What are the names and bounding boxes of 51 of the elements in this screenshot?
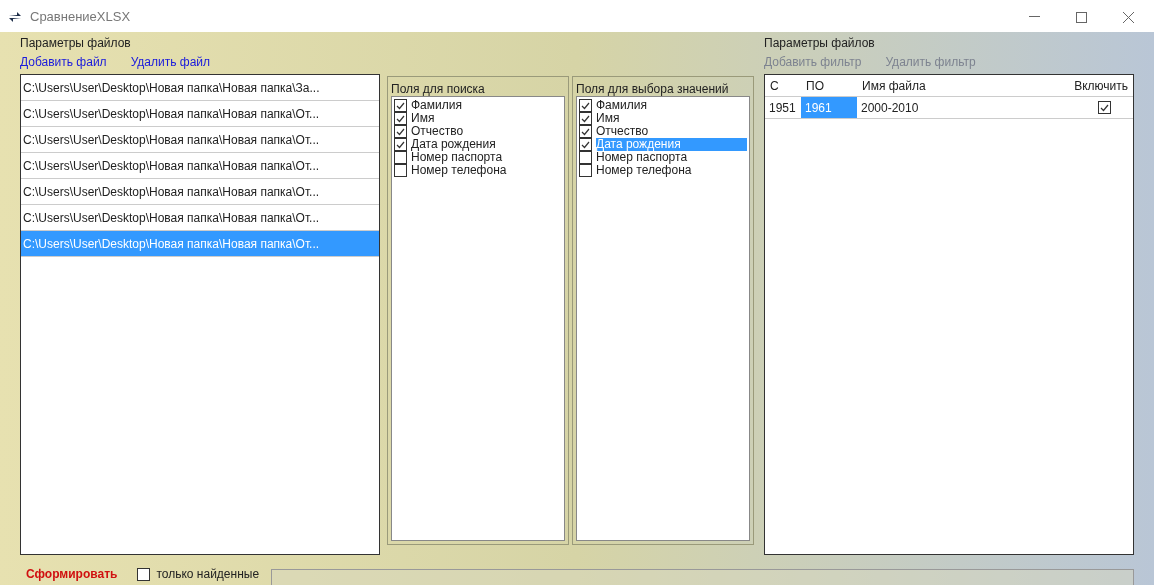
file-item[interactable]: C:\Users\User\Desktop\Новая папка\Новая папка\От... [21, 179, 379, 205]
file-item[interactable]: C:\Users\User\Desktop\Новая папка\Новая папка\От... [21, 153, 379, 179]
field-label[interactable]: Отчество [411, 125, 468, 138]
column-header[interactable]: ПО [801, 76, 857, 95]
field-label[interactable]: Номер паспорта [596, 151, 692, 164]
action-link[interactable]: Добавить файл [20, 53, 107, 71]
checkbox[interactable] [579, 151, 592, 164]
table-cell-text: 2000-2010 [860, 99, 920, 117]
checkbox[interactable] [579, 112, 592, 125]
checkbox[interactable] [1098, 101, 1111, 114]
field-label[interactable]: Имя [596, 112, 624, 125]
column-header[interactable]: Включить [1052, 76, 1133, 95]
column-header[interactable]: С [765, 76, 801, 95]
panel-title: Параметры файлов [764, 35, 876, 52]
file-item[interactable]: C:\Users\User\Desktop\Новая папка\Новая папка\За... [21, 75, 379, 101]
check-icon [1100, 103, 1109, 112]
maximize-icon[interactable] [1076, 11, 1087, 23]
checkbox[interactable] [394, 125, 407, 138]
checkbox[interactable] [137, 567, 151, 581]
close-icon[interactable] [1123, 11, 1134, 23]
field-label[interactable]: Дата рождения [411, 138, 500, 151]
checkbox[interactable] [579, 138, 592, 151]
checkbox-label: только найденные [156, 566, 260, 583]
field-label[interactable]: Номер телефона [596, 164, 696, 177]
field-label[interactable]: Фамилия [596, 99, 651, 112]
window-title: СравнениеXLSX [30, 8, 131, 27]
file-item[interactable]: C:\Users\User\Desktop\Новая папка\Новая папка\От... [21, 127, 379, 153]
file-item[interactable]: C:\Users\User\Desktop\Новая папка\Новая папка\От... [21, 101, 379, 127]
field-label[interactable]: Номер паспорта [411, 151, 507, 164]
field-label[interactable]: Имя [411, 112, 439, 125]
column-header[interactable]: Имя файла [857, 76, 1052, 95]
checkbox[interactable] [394, 112, 407, 125]
table-cell-text: 1951 [768, 99, 797, 117]
minimize-icon[interactable] [1029, 16, 1040, 18]
action-link[interactable]: Удалить файл [130, 53, 211, 71]
field-label[interactable]: Отчество [596, 125, 653, 138]
panel-title: Параметры файлов [20, 35, 132, 52]
group-title: Поля для поиска [391, 81, 486, 96]
checkbox[interactable] [579, 125, 592, 138]
checkbox[interactable] [579, 99, 592, 112]
group-title: Поля для выбора значений [576, 81, 730, 96]
checkbox[interactable] [394, 138, 407, 151]
checkbox[interactable] [394, 151, 407, 164]
field-label[interactable]: Фамилия [411, 99, 466, 112]
checkbox[interactable] [579, 164, 592, 177]
field-label[interactable]: Номер телефона [411, 164, 511, 177]
generate-button[interactable]: Сформировать [26, 565, 118, 583]
checkbox[interactable] [394, 164, 407, 177]
app-icon [8, 10, 22, 24]
table-cell: 1961 [801, 97, 857, 118]
checkbox[interactable] [394, 99, 407, 112]
